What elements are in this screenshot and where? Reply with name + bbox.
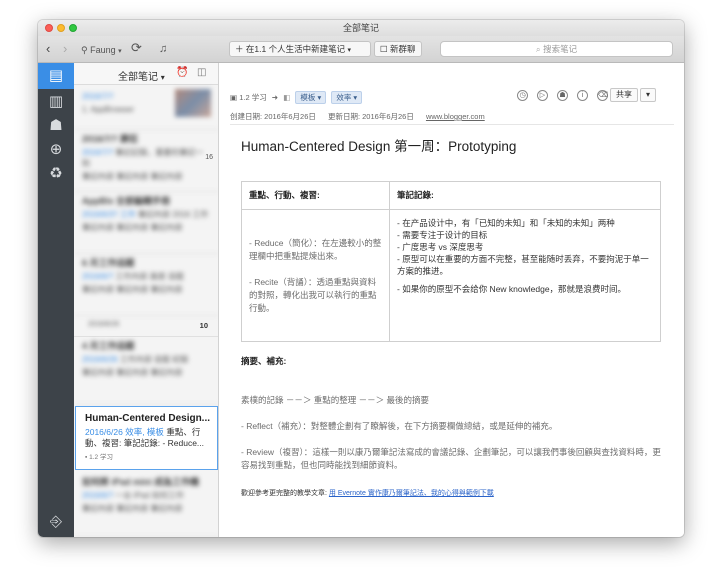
more-options-button[interactable]: ▾	[640, 88, 657, 102]
selected-note-notebook: ▪ 1.2 学习	[85, 454, 113, 461]
note-editor: ▣ 1.2 学习 ➜ ◧ 模板 ▾ 效率 ▾ ◷ ▷ ☗ i ⌫ 共享 ▾ 创建…	[220, 63, 684, 537]
sidebar-rail: ▤ ▥ ☗ ⊕ ♻ ⎆	[38, 63, 74, 537]
footer-note: 歡迎參考更完整的教學文章: 用 Evernote 實作康乃爾筆記法、我的心得與範…	[241, 487, 661, 500]
delete-icon[interactable]: ⌫	[597, 90, 608, 101]
table-header-notes: 筆記記錄:	[389, 181, 661, 210]
list-item[interactable]: 2016/7/? 勝狂 2016/7/? 筆記記錄，重要的筆記一則 筆記內容 筆…	[74, 130, 218, 192]
notebook-selector[interactable]: ▣ 1.2 学习	[230, 93, 269, 102]
tags-icon[interactable]: ☗	[47, 117, 65, 135]
search-input[interactable]: ⌕ 搜索笔记	[440, 41, 673, 57]
flow-text: 素樸的記錄 －－＞ 重點的整理 －－＞ 最後的摘要	[241, 395, 429, 405]
plus-icon: ＋	[235, 44, 244, 54]
table-cell-notes[interactable]: - 在产品设计中，有「已知的未知」和「未知的未知」两种 - 需要专注于设计的目标…	[389, 209, 661, 342]
footer-text: 歡迎參考更完整的教學文章:	[241, 490, 327, 497]
notebooks-icon[interactable]: ▥	[47, 93, 65, 111]
lock-icon[interactable]: ☗	[557, 90, 568, 101]
footer-link[interactable]: 用 Evernote 實作康乃爾筆記法、我的心得與範例下載	[329, 490, 494, 497]
summary-header: 摘要、補充:	[241, 356, 287, 366]
chevron-down-icon: ▾	[160, 73, 165, 82]
app-window: 全部笔记 ‹ › ⚲ Faung ▾ ⟳ ♫ ＋ 在1.1 个人生活中新建笔记 …	[38, 20, 684, 537]
chat-icon: ☐	[380, 44, 388, 54]
note-title[interactable]: Human-Centered Design 第一周：Prototyping	[241, 135, 516, 155]
created-date: 创建日期: 2016年6月26日	[230, 112, 316, 121]
search-icon: ⌕	[535, 44, 541, 54]
reflect-text: - Reflect（補充）：對整體企劃有了瞭解後，在下方摘要欄做總結，或是延伸的…	[241, 421, 558, 431]
note-list-header: 全部笔记 ▾ ⏰ ◫	[74, 63, 218, 85]
note-line: - 原型可以在重要的方面不完整，甚至能随时丢弃，不要拘泥于单一方案的推进。	[397, 254, 649, 276]
notification-bell-icon[interactable]: ♫	[159, 42, 167, 56]
window-title: 全部笔记	[342, 23, 379, 33]
selected-note-title: Human-Centered Design...	[85, 413, 211, 424]
list-item[interactable]: AppBlx 全部編輯手冊 2016/6/3? 工作 筆記內容 2016 工作 …	[74, 192, 218, 254]
table-cell-cue[interactable]: - Reduce（簡化）：在左邊較小的整理欄中把重點提煉出來。 - Recite…	[241, 209, 390, 342]
reminder-icon[interactable]: ⏰	[176, 67, 188, 78]
new-chat-button[interactable]: ☐ 新群聊	[374, 41, 422, 57]
chevron-down-icon: ▾	[347, 47, 351, 54]
note-line: - 需要专注于设计的目标	[397, 230, 488, 240]
chevron-down-icon: ▾	[118, 48, 122, 55]
note-line: - 如果你的原型不会给你 New knowledge，那就是浪费时间。	[397, 284, 627, 294]
notes-icon: ▤	[48, 67, 64, 84]
selected-note-item[interactable]: Human-Centered Design... 2016/6/26 效率, 模…	[75, 406, 218, 470]
note-thumbnail	[175, 89, 211, 117]
date-divider: 2016/6/26 10	[74, 316, 218, 337]
tag-chip[interactable]: 效率 ▾	[331, 91, 363, 104]
trash-icon[interactable]: ♻	[47, 165, 65, 183]
present-icon[interactable]: ▷	[537, 90, 548, 101]
back-arrow-icon[interactable]: ‹	[46, 42, 50, 56]
tag-chip[interactable]: 模板 ▾	[295, 91, 327, 104]
updated-date: 更新日期: 2016年6月26日	[327, 112, 414, 121]
list-item[interactable]: 如何將 iPad mini 成為工作機 2016/6/? 一台 iPad 如何工…	[74, 473, 218, 537]
note-list-title[interactable]: 全部笔记 ▾	[118, 68, 165, 83]
new-note-button[interactable]: ＋ 在1.1 个人生活中新建笔记 ▾	[229, 41, 371, 57]
count-badge: 16	[205, 154, 213, 161]
share-button[interactable]: 共享	[610, 88, 638, 102]
tag-icon: ◧	[283, 93, 291, 102]
switch-account-icon[interactable]: ⎆	[47, 513, 65, 531]
notebook-name: 1.2 学习	[239, 93, 267, 102]
note-list-title-label: 全部笔记	[118, 72, 158, 83]
cue-reduce: - Reduce（簡化）：在左邊較小的整理欄中把重點提煉出來。	[249, 237, 382, 261]
close-window-button[interactable]	[45, 24, 53, 32]
notebook-icon: ▣	[230, 93, 238, 102]
user-menu[interactable]: ⚲ Faung ▾	[81, 43, 122, 59]
table-header-cue: 重點、行動、複習:	[241, 181, 390, 210]
cue-recite: - Recite（背誦）：透過重點與資料的對照，轉化出我可以執行的重點行動。	[249, 276, 377, 313]
sync-icon[interactable]: ⟳	[131, 41, 142, 55]
review-text: - Review（複習）：這樣一則以康乃爾筆記法寫成的會議記錄、企劃筆記，可以讓…	[241, 447, 661, 470]
notebook-icon: ▪	[85, 454, 88, 461]
list-item[interactable]: 2016/7/? 1. AppBrowser	[74, 85, 218, 130]
user-icon: ⚲	[81, 45, 88, 55]
sidebar-item-notes[interactable]: ▤	[38, 63, 74, 89]
divider	[230, 124, 674, 125]
info-icon[interactable]: i	[577, 90, 588, 101]
list-item[interactable]: 6 月工作追蹤 2016/6/? 工作內容 進度 追蹤 筆記內容 筆記內容 筆記…	[74, 254, 218, 316]
count-badge: 10	[199, 321, 208, 330]
note-meta-bar: ▣ 1.2 学习 ➜ ◧ 模板 ▾ 效率 ▾	[230, 91, 363, 104]
note-line: - 在产品设计中，有「已知的未知」和「未知的未知」两种	[397, 218, 615, 228]
user-name: Faung	[90, 45, 116, 55]
atlas-icon[interactable]: ⊕	[47, 141, 65, 159]
forward-arrow-icon[interactable]: ›	[63, 42, 67, 56]
list-item[interactable]: 4 月工作追蹤 2016/6/26 工作內容 追蹤 紀錄 筆記內容 筆記內容 筆…	[74, 337, 218, 405]
new-chat-label: 新群聊	[390, 44, 416, 54]
search-placeholder: 搜索笔记	[543, 44, 578, 54]
toolbar: ‹ › ⚲ Faung ▾ ⟳ ♫ ＋ 在1.1 个人生活中新建笔记 ▾ ☐ 新…	[38, 36, 684, 63]
selected-note-snippet: 2016/6/26 效率, 模板 重點、行動、複習: 筆記記錄: - Reduc…	[85, 427, 205, 448]
zoom-window-button[interactable]	[69, 24, 77, 32]
title-bar: 全部笔记	[38, 20, 684, 36]
cornell-table: 重點、行動、複習: 筆記記錄: - Reduce（簡化）：在左邊較小的整理欄中把…	[241, 181, 661, 342]
reminder-icon[interactable]: ◷	[517, 90, 528, 101]
new-note-label: 在1.1 个人生活中新建笔记	[245, 44, 346, 54]
minimize-window-button[interactable]	[57, 24, 65, 32]
source-url[interactable]: www.blogger.com	[426, 112, 485, 121]
note-line: - 广度思考 vs 深度思考	[397, 242, 484, 252]
view-options-icon[interactable]: ◫	[197, 67, 206, 78]
tag-arrow-icon: ➜	[271, 93, 279, 102]
note-dates: 创建日期: 2016年6月26日 更新日期: 2016年6月26日 www.bl…	[230, 111, 485, 122]
